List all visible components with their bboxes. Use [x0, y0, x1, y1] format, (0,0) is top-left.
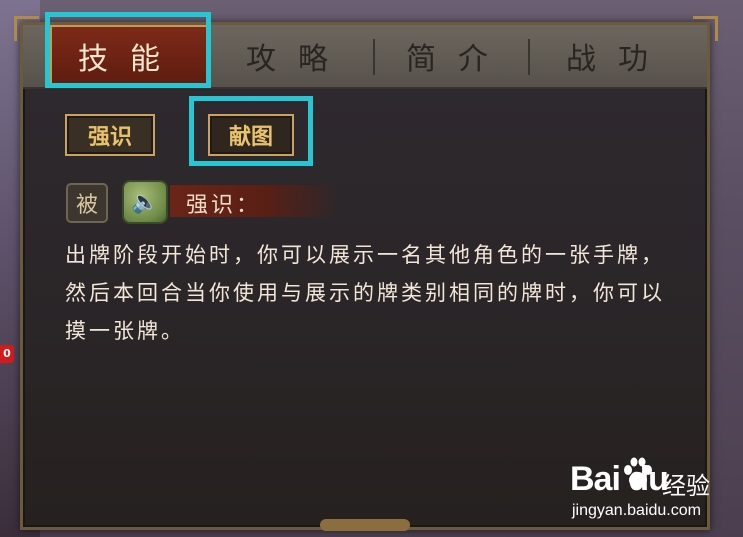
tab-divider: [528, 39, 530, 75]
baidu-jingyan-label: 经验: [662, 472, 710, 500]
skill-highlight-box: [189, 96, 313, 166]
tab-achievements[interactable]: 战功: [543, 25, 693, 87]
skill-description: 出牌阶段开始时，你可以展示一名其他角色的一张手牌，然后本回合当你使用与展示的牌类…: [65, 243, 665, 343]
passive-skill-badge: 被: [66, 183, 108, 223]
paw-icon: [624, 457, 652, 488]
tab-introduction[interactable]: 简介: [383, 25, 533, 87]
notification-badge: 0: [0, 345, 14, 363]
panel-bottom-ornament: [320, 519, 410, 531]
baidu-watermark: Bai du 经验 jingyan.baidu.com: [570, 452, 730, 528]
tab-strategy[interactable]: 攻略: [223, 25, 373, 87]
baidu-url: jingyan.baidu.com: [572, 502, 701, 519]
tab-divider: [373, 39, 375, 75]
speaker-icon: 🔈: [131, 189, 159, 215]
tab-highlight-box: [45, 12, 211, 88]
skill-button-qiangshi[interactable]: 强识: [65, 114, 155, 156]
play-voice-button[interactable]: 🔈: [122, 180, 168, 224]
skill-name: 强识：: [186, 193, 262, 218]
